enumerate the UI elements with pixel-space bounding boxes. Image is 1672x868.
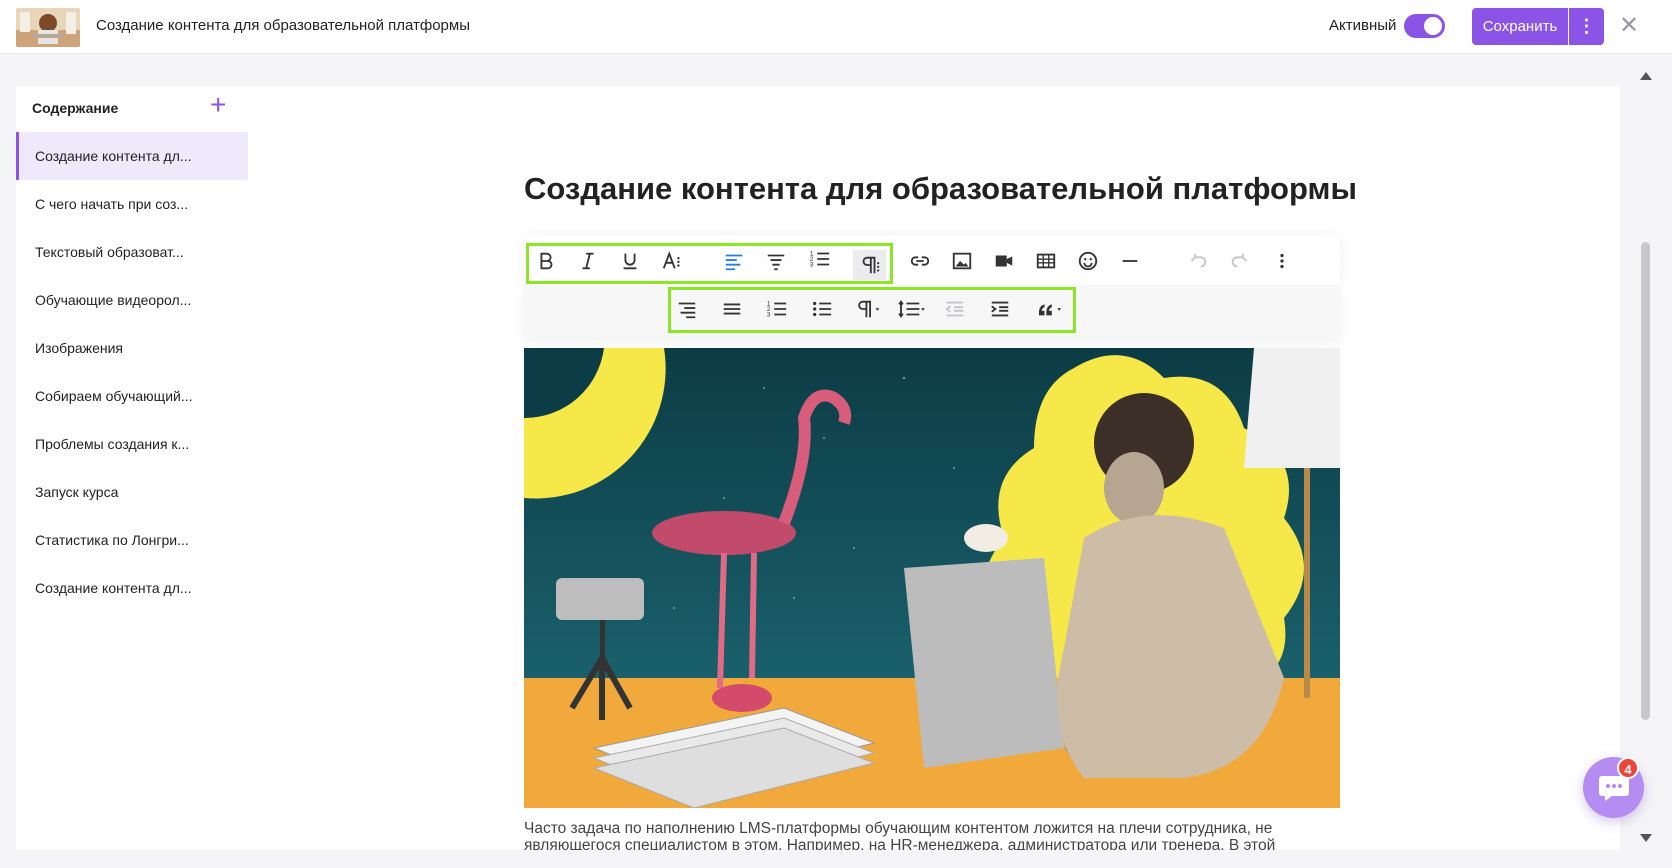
- top-bar: Создание контента для образовательной пл…: [0, 0, 1672, 54]
- save-button[interactable]: Сохранить: [1472, 8, 1568, 45]
- active-toggle-label: Активный: [1329, 17, 1397, 34]
- sidebar-item[interactable]: Статистика по Лонгри...: [16, 516, 248, 564]
- add-section-button[interactable]: +: [210, 90, 226, 120]
- horizontal-rule-icon[interactable]: [1116, 247, 1144, 275]
- sidebar-item[interactable]: Изображения: [16, 324, 248, 372]
- sidebar-title: Содержание: [32, 100, 119, 116]
- article-hero-image[interactable]: [524, 348, 1340, 808]
- video-icon[interactable]: [990, 247, 1018, 275]
- article-body-line: Часто задача по наполнению LMS-платформы…: [524, 820, 1273, 837]
- toolbar-group-highlight-secondary: [668, 287, 1076, 333]
- link-icon[interactable]: [906, 247, 934, 275]
- sidebar-item[interactable]: Обучающие видеорол...: [16, 276, 248, 324]
- image-icon[interactable]: [948, 247, 976, 275]
- scroll-up-arrow[interactable]: [1640, 72, 1652, 80]
- more-vertical-icon[interactable]: [1268, 247, 1296, 275]
- sidebar-item-active[interactable]: Создание контента дл...: [16, 132, 248, 180]
- sidebar-item[interactable]: Запуск курса: [16, 468, 248, 516]
- table-icon[interactable]: [1032, 247, 1060, 275]
- page-heading[interactable]: Создание контента для образовательной пл…: [524, 171, 1357, 207]
- sidebar-item[interactable]: Создание контента дл...: [16, 564, 248, 612]
- undo-icon[interactable]: [1184, 247, 1212, 275]
- chat-unread-badge: 4: [1617, 757, 1639, 779]
- article-body[interactable]: Часто задача по наполнению LMS-платформы…: [524, 820, 1340, 854]
- redo-icon[interactable]: [1226, 247, 1254, 275]
- active-toggle[interactable]: [1404, 14, 1445, 38]
- course-thumbnail: [16, 8, 80, 47]
- sidebar-item[interactable]: Проблемы создания к...: [16, 420, 248, 468]
- save-options-button[interactable]: ⋮: [1569, 8, 1604, 45]
- sidebar-item[interactable]: Собираем обучающий...: [16, 372, 248, 420]
- document-title: Создание контента для образовательной пл…: [96, 17, 470, 34]
- contents-sidebar: Содержание + Создание контента дл... С ч…: [16, 86, 248, 850]
- toggle-knob: [1424, 17, 1442, 35]
- sidebar-item[interactable]: С чего начать при соз...: [16, 180, 248, 228]
- sidebar-item[interactable]: Текстовый образоват...: [16, 228, 248, 276]
- scrollbar-thumb[interactable]: [1641, 242, 1650, 720]
- emoji-icon[interactable]: [1074, 247, 1102, 275]
- toolbar-group-highlight-primary: [526, 243, 893, 284]
- close-icon[interactable]: ✕: [1619, 13, 1639, 39]
- scroll-down-arrow[interactable]: [1640, 834, 1652, 842]
- sidebar-list: Создание контента дл... С чего начать пр…: [16, 132, 248, 612]
- bottom-strip: [0, 850, 1672, 868]
